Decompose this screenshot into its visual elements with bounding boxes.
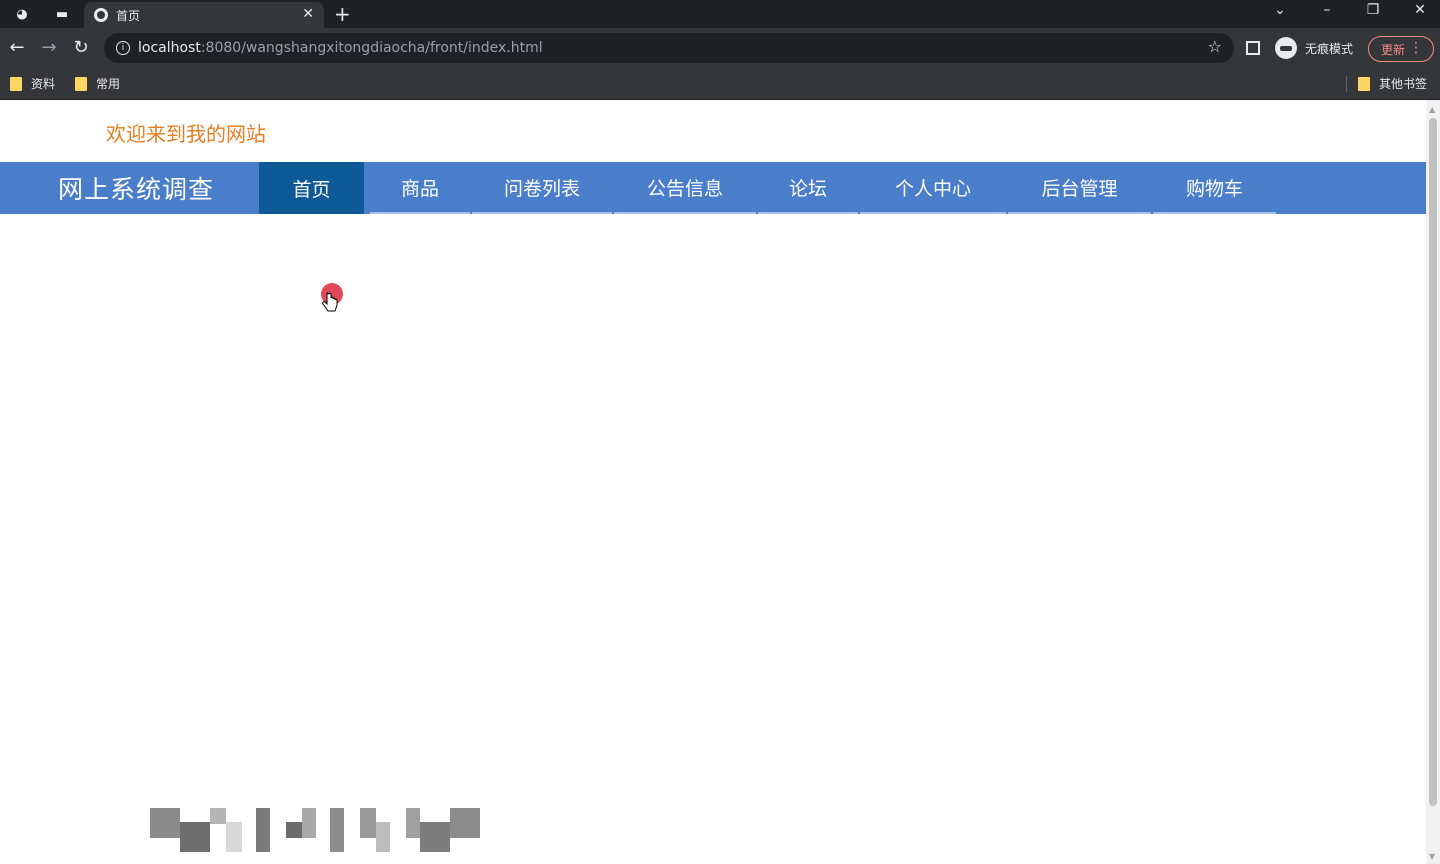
other-bookmarks-label: 其他书签 [1379,77,1428,91]
page-viewport: 欢迎来到我的网站 网上系统调查 首页 商品 问卷列表 公告信息 论坛 个人中心 … [0,100,1426,864]
reload-icon[interactable]: ↻ [70,37,92,58]
nav-item-profile[interactable]: 个人中心 [860,162,1006,214]
browser-toolbar: ← → ↻ i localhost :8080/wangshangxitongd… [0,28,1440,68]
nav-item-surveys[interactable]: 问卷列表 [472,162,612,214]
scroll-down-icon[interactable]: ▼ [1429,852,1435,861]
update-label: 更新 [1381,42,1406,57]
folder-icon [10,76,22,91]
folder-icon [1358,76,1370,91]
pixelated-image [146,808,486,854]
bookmark-folder-1[interactable]: 资料 [10,75,55,92]
main-navigation: 网上系统调查 首页 商品 问卷列表 公告信息 论坛 个人中心 后台管理 购物车 [0,162,1426,214]
url-host: localhost [138,40,201,56]
nav-item-admin[interactable]: 后台管理 [1008,162,1151,214]
close-icon[interactable]: ✕ [302,6,314,22]
globe-icon [94,8,108,22]
bookmarks-bar: 资料 常用 其他书签 [0,68,1440,100]
nav-item-forum[interactable]: 论坛 [758,162,858,214]
back-arrow-icon[interactable]: ← [6,37,28,58]
url-path: :8080/wangshangxitongdiaocha/front/index… [200,40,543,56]
tab-search-icon[interactable]: ▬ [50,4,74,24]
restore-button[interactable]: ❐ [1363,2,1383,18]
more-menu-icon[interactable]: ⋮ [1409,40,1423,56]
side-panel-icon[interactable] [1246,41,1260,55]
welcome-text: 欢迎来到我的网站 [106,122,266,146]
nav-item-products[interactable]: 商品 [370,162,470,214]
globe-icon[interactable]: ◕ [10,4,34,24]
incognito-indicator[interactable]: 无痕模式 [1275,37,1353,59]
hand-cursor-icon [322,292,338,312]
scroll-up-icon[interactable]: ▲ [1429,105,1435,114]
incognito-icon [1275,37,1297,59]
browser-tab-active[interactable]: 首页 ✕ [84,2,324,28]
minimize-button[interactable]: – [1317,2,1337,18]
site-title: 网上系统调查 [58,175,215,204]
info-icon[interactable]: i [116,41,130,55]
other-bookmarks[interactable]: 其他书签 [1358,75,1427,92]
nav-item-announcements[interactable]: 公告信息 [614,162,756,214]
nav-item-home[interactable]: 首页 [259,162,364,214]
scrollbar-thumb[interactable] [1429,118,1437,806]
incognito-label: 无痕模式 [1305,41,1354,56]
bookmark-star-icon[interactable]: ☆ [1208,37,1222,56]
address-bar[interactable]: i localhost :8080/wangshangxitongdiaocha… [104,33,1234,63]
update-button[interactable]: 更新 ⋮ [1368,36,1434,62]
tab-title: 首页 [116,8,141,23]
bookmarks-divider [1346,76,1347,92]
page-scrollbar[interactable]: ▲ ▼ [1426,100,1440,864]
tab-list-chevron-icon[interactable]: ⌄ [1270,2,1290,18]
forward-arrow-icon[interactable]: → [38,37,60,58]
bookmark-folder-2[interactable]: 常用 [75,75,120,92]
window-close-button[interactable]: ✕ [1410,2,1430,18]
browser-tab-bar: ◕ ▬ 首页 ✕ + ⌄ – ❐ ✕ [0,0,1440,28]
bookmark-label: 资料 [31,77,56,91]
new-tab-button[interactable]: + [334,2,351,26]
nav-item-cart[interactable]: 购物车 [1153,162,1276,214]
bookmark-label: 常用 [96,77,121,91]
folder-icon [75,76,87,91]
